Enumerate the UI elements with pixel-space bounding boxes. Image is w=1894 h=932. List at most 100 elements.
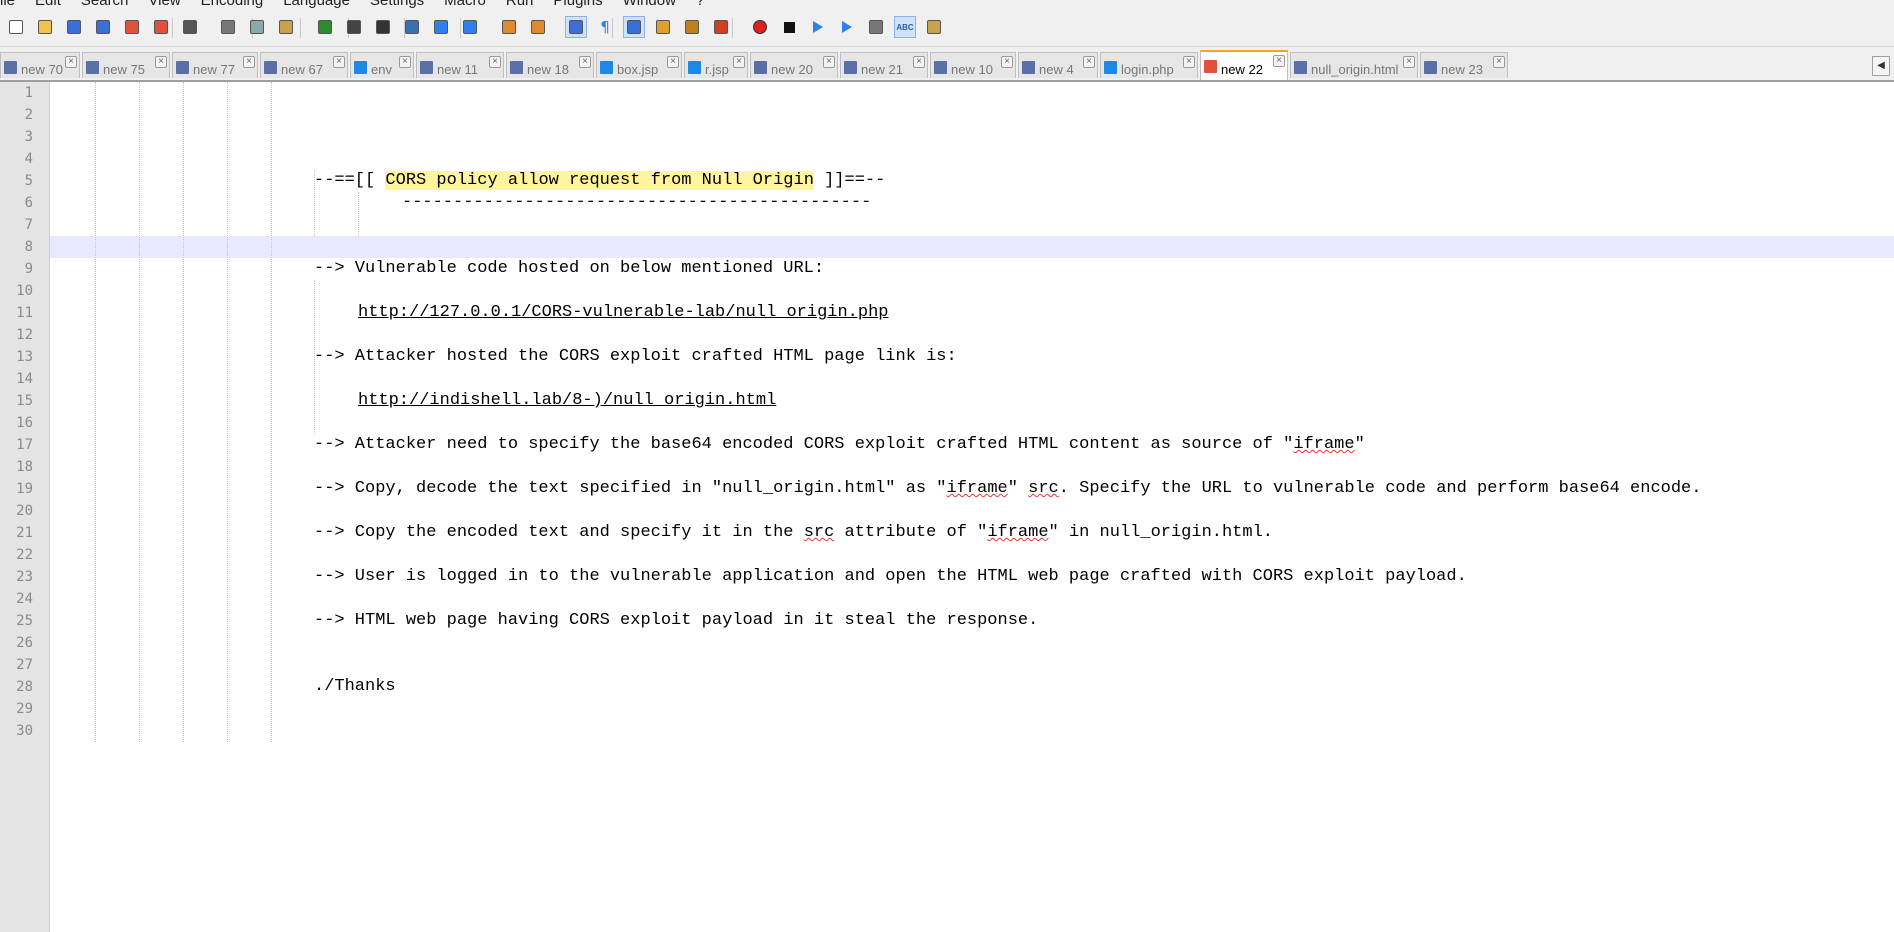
tab-box-jsp[interactable]: box.jsp × xyxy=(596,52,682,78)
tab-close-icon[interactable]: × xyxy=(913,56,925,68)
word-wrap-icon-glyph xyxy=(569,20,583,34)
menu-item-11[interactable]: ? xyxy=(696,0,704,9)
stop-record-icon[interactable] xyxy=(778,16,800,38)
tab-close-icon[interactable]: × xyxy=(579,56,591,68)
menu-item-0[interactable]: ile xyxy=(0,0,15,9)
menu-item-1[interactable]: Edit xyxy=(35,0,61,9)
tab-close-icon[interactable]: × xyxy=(1493,56,1505,68)
redo-icon[interactable] xyxy=(343,16,365,38)
zoom-out-icon[interactable] xyxy=(459,16,481,38)
indent-guide-icon[interactable] xyxy=(623,16,645,38)
close-icon[interactable] xyxy=(121,16,143,38)
tab-new-10[interactable]: new 10 × xyxy=(930,52,1016,78)
folder-workspace-icon[interactable] xyxy=(710,16,732,38)
menu-item-10[interactable]: Window xyxy=(623,0,676,9)
tab-scroll-left-button[interactable]: ◀ xyxy=(1872,56,1890,76)
menu-item-4[interactable]: Encoding xyxy=(201,0,264,9)
zoom-out-icon-glyph xyxy=(463,20,477,34)
file-save-status-icon xyxy=(688,61,701,74)
tab-new-11[interactable]: new 11 × xyxy=(416,52,504,78)
line-number: 9 xyxy=(24,261,33,277)
menu-item-9[interactable]: Plugins xyxy=(553,0,602,9)
copy-icon[interactable] xyxy=(246,16,268,38)
spellcheck-settings-icon[interactable] xyxy=(923,16,945,38)
line-number: 4 xyxy=(24,151,33,167)
tab-label: login.php xyxy=(1121,62,1174,77)
tab-null-origin-html[interactable]: null_origin.html × xyxy=(1290,52,1418,78)
code-line-11-url[interactable]: http://127.0.0.1/CORS-vulnerable-lab/nul… xyxy=(358,302,889,324)
file-save-status-icon xyxy=(510,61,523,74)
cut-icon-glyph xyxy=(221,20,235,34)
zoom-in-icon[interactable] xyxy=(430,16,452,38)
undo-icon[interactable] xyxy=(314,16,336,38)
tab-new-75[interactable]: new 75 × xyxy=(82,52,170,78)
tab-close-icon[interactable]: × xyxy=(65,56,77,68)
cut-icon[interactable] xyxy=(217,16,239,38)
tab-close-icon[interactable]: × xyxy=(243,56,255,68)
line-number: 26 xyxy=(16,635,33,651)
sync-vertical-icon[interactable] xyxy=(498,16,520,38)
open-file-icon[interactable] xyxy=(34,16,56,38)
sync-horizontal-icon[interactable] xyxy=(527,16,549,38)
menu-item-6[interactable]: Settings xyxy=(370,0,424,9)
new-file-icon[interactable] xyxy=(5,16,27,38)
tab-env[interactable]: env × xyxy=(350,52,414,78)
tab-new-70[interactable]: new 70 × xyxy=(0,52,80,78)
menu-item-7[interactable]: Macro xyxy=(444,0,486,9)
tab-label: new 70 xyxy=(21,62,63,77)
tab-close-icon[interactable]: × xyxy=(1001,56,1013,68)
tab-close-icon[interactable]: × xyxy=(1273,55,1285,67)
tab-new-77[interactable]: new 77 × xyxy=(172,52,258,78)
tab-label: new 10 xyxy=(951,62,993,77)
file-save-status-icon xyxy=(1424,61,1437,74)
play-macro-icon[interactable] xyxy=(807,16,829,38)
tab-new-67[interactable]: new 67 × xyxy=(260,52,348,78)
code-line-15-url[interactable]: http://indishell.lab/8-)/null_origin.htm… xyxy=(358,390,776,412)
function-list-icon[interactable] xyxy=(681,16,703,38)
record-macro-icon[interactable] xyxy=(749,16,771,38)
zoom-in-icon-glyph xyxy=(434,20,448,34)
save-all-icon[interactable] xyxy=(92,16,114,38)
tab-login-php[interactable]: login.php × xyxy=(1100,52,1198,78)
line-number: 19 xyxy=(16,481,33,497)
save-macro-icon[interactable] xyxy=(865,16,887,38)
menu-item-3[interactable]: View xyxy=(148,0,180,9)
print-icon[interactable] xyxy=(179,16,201,38)
tab-close-icon[interactable]: × xyxy=(1403,56,1415,68)
tab-new-21[interactable]: new 21 × xyxy=(840,52,928,78)
tab-new-20[interactable]: new 20 × xyxy=(750,52,838,78)
find-icon[interactable] xyxy=(372,16,394,38)
tab-new-18[interactable]: new 18 × xyxy=(506,52,594,78)
text-editor[interactable]: 1 2 3 4 5 6 7 8 9 10 11 12 13 14 15 16 17 18 19 20 21 22 23 24 2… xyxy=(0,82,1894,932)
menu-item-5[interactable]: Language xyxy=(283,0,350,9)
run-macro-multiple-icon[interactable] xyxy=(836,16,858,38)
doc-map-icon[interactable] xyxy=(652,16,674,38)
tab-new-4[interactable]: new 4 × xyxy=(1018,52,1098,78)
tab-close-icon[interactable]: × xyxy=(489,56,501,68)
tab-close-icon[interactable]: × xyxy=(1083,56,1095,68)
tab-close-icon[interactable]: × xyxy=(399,56,411,68)
spellcheck-icon[interactable]: ABC xyxy=(894,16,916,38)
paste-icon[interactable] xyxy=(275,16,297,38)
tab-r-jsp[interactable]: r.jsp × xyxy=(684,52,748,78)
tab-label: box.jsp xyxy=(617,62,659,77)
tab-close-icon[interactable]: × xyxy=(667,56,679,68)
line-number: 21 xyxy=(16,525,33,541)
tab-close-icon[interactable]: × xyxy=(155,56,167,68)
tab-close-icon[interactable]: × xyxy=(1183,56,1195,68)
close-all-icon[interactable] xyxy=(150,16,172,38)
tab-close-icon[interactable]: × xyxy=(733,56,745,68)
file-save-status-icon xyxy=(754,61,767,74)
show-all-chars-icon[interactable]: ¶ xyxy=(594,16,616,38)
tab-close-icon[interactable]: × xyxy=(823,56,835,68)
line-number: 10 xyxy=(16,283,33,299)
word-wrap-icon[interactable] xyxy=(565,16,587,38)
tab-close-icon[interactable]: × xyxy=(333,56,345,68)
menu-item-2[interactable]: Search xyxy=(81,0,129,9)
replace-icon[interactable] xyxy=(401,16,423,38)
tab-new-23[interactable]: new 23 × xyxy=(1420,52,1508,78)
menu-item-8[interactable]: Run xyxy=(506,0,534,9)
indent-guide xyxy=(271,82,272,742)
save-icon[interactable] xyxy=(63,16,85,38)
tab-new-22[interactable]: new 22 × xyxy=(1200,50,1288,80)
